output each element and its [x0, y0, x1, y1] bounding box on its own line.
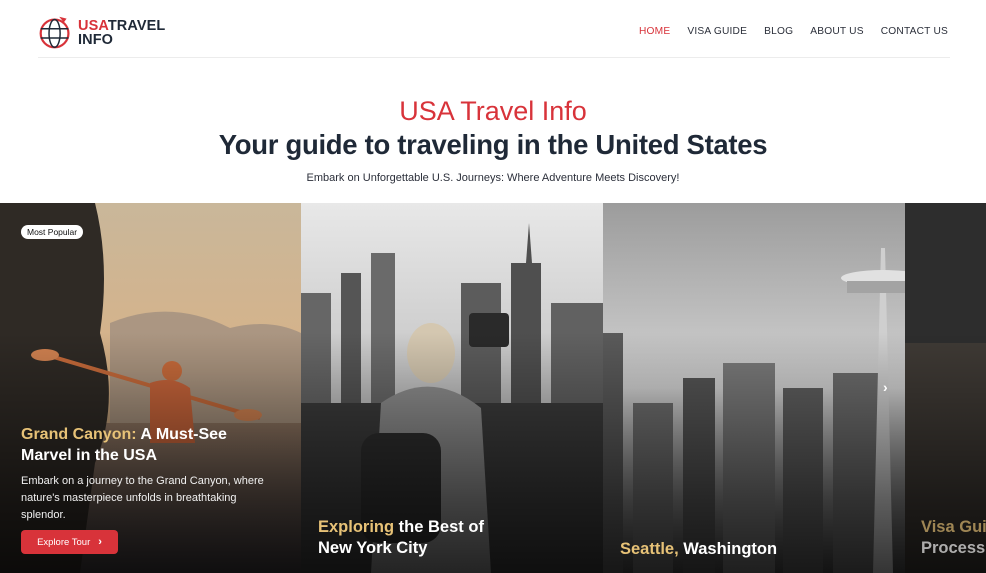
- main-nav: HOME VISA GUIDE BLOG ABOUT US CONTACT US: [639, 26, 948, 37]
- tour-card-visa-guide[interactable]: Visa Gui Process: [905, 203, 986, 573]
- card-title: Grand Canyon: A Must-See Marvel in the U…: [21, 424, 281, 466]
- globe-icon: [39, 16, 70, 49]
- nav-home[interactable]: HOME: [639, 26, 670, 37]
- chevron-right-icon: ›: [98, 536, 102, 548]
- tour-card-seattle[interactable]: Seattle, Washington: [603, 203, 905, 573]
- site-header: USATRAVEL INFO HOME VISA GUIDE BLOG ABOU…: [0, 0, 986, 60]
- card-title: Seattle, Washington: [620, 539, 860, 560]
- logo-travel: TRAVEL: [107, 17, 166, 34]
- card-title: Exploring the Best of New York City: [318, 517, 518, 559]
- card-overlay: [603, 203, 905, 573]
- card-title-highlight: Seattle,: [620, 540, 679, 558]
- card-title-highlight: Grand Canyon:: [21, 426, 137, 443]
- tour-card-grand-canyon[interactable]: Most Popular Grand Canyon: A Must-See Ma…: [0, 203, 301, 573]
- nav-visa-guide[interactable]: VISA GUIDE: [687, 26, 747, 37]
- logo-info: INFO: [78, 31, 114, 48]
- nav-blog[interactable]: BLOG: [764, 26, 793, 37]
- tour-carousel: Most Popular Grand Canyon: A Must-See Ma…: [0, 203, 986, 573]
- explore-tour-button[interactable]: Explore Tour ›: [21, 530, 118, 554]
- logo-text: USATRAVEL INFO: [78, 17, 166, 48]
- carousel-next-chevron-right-icon[interactable]: ›: [883, 379, 899, 399]
- card-title: Visa Gui Process: [921, 517, 986, 559]
- nav-contact-us[interactable]: CONTACT US: [881, 26, 948, 37]
- card-title-highlight: Exploring: [318, 518, 395, 536]
- card-description: Embark on a journey to the Grand Canyon,…: [21, 475, 264, 521]
- card-title-rest: Process: [921, 539, 986, 557]
- nav-about-us[interactable]: ABOUT US: [810, 26, 864, 37]
- hero-tagline: Embark on Unforgettable U.S. Journeys: W…: [306, 172, 680, 184]
- hero-title: USA Travel Info: [399, 96, 587, 126]
- hero-subtitle: Your guide to traveling in the United St…: [218, 129, 768, 160]
- explore-tour-label: Explore Tour: [37, 536, 91, 548]
- site-logo[interactable]: USATRAVEL INFO: [37, 14, 165, 51]
- most-popular-badge: Most Popular: [21, 225, 84, 239]
- tour-card-new-york[interactable]: Exploring the Best of New York City: [301, 203, 603, 573]
- card-title-rest: Washington: [678, 540, 778, 558]
- card-title-highlight: Visa Gui: [921, 518, 986, 536]
- header-divider: [38, 57, 950, 58]
